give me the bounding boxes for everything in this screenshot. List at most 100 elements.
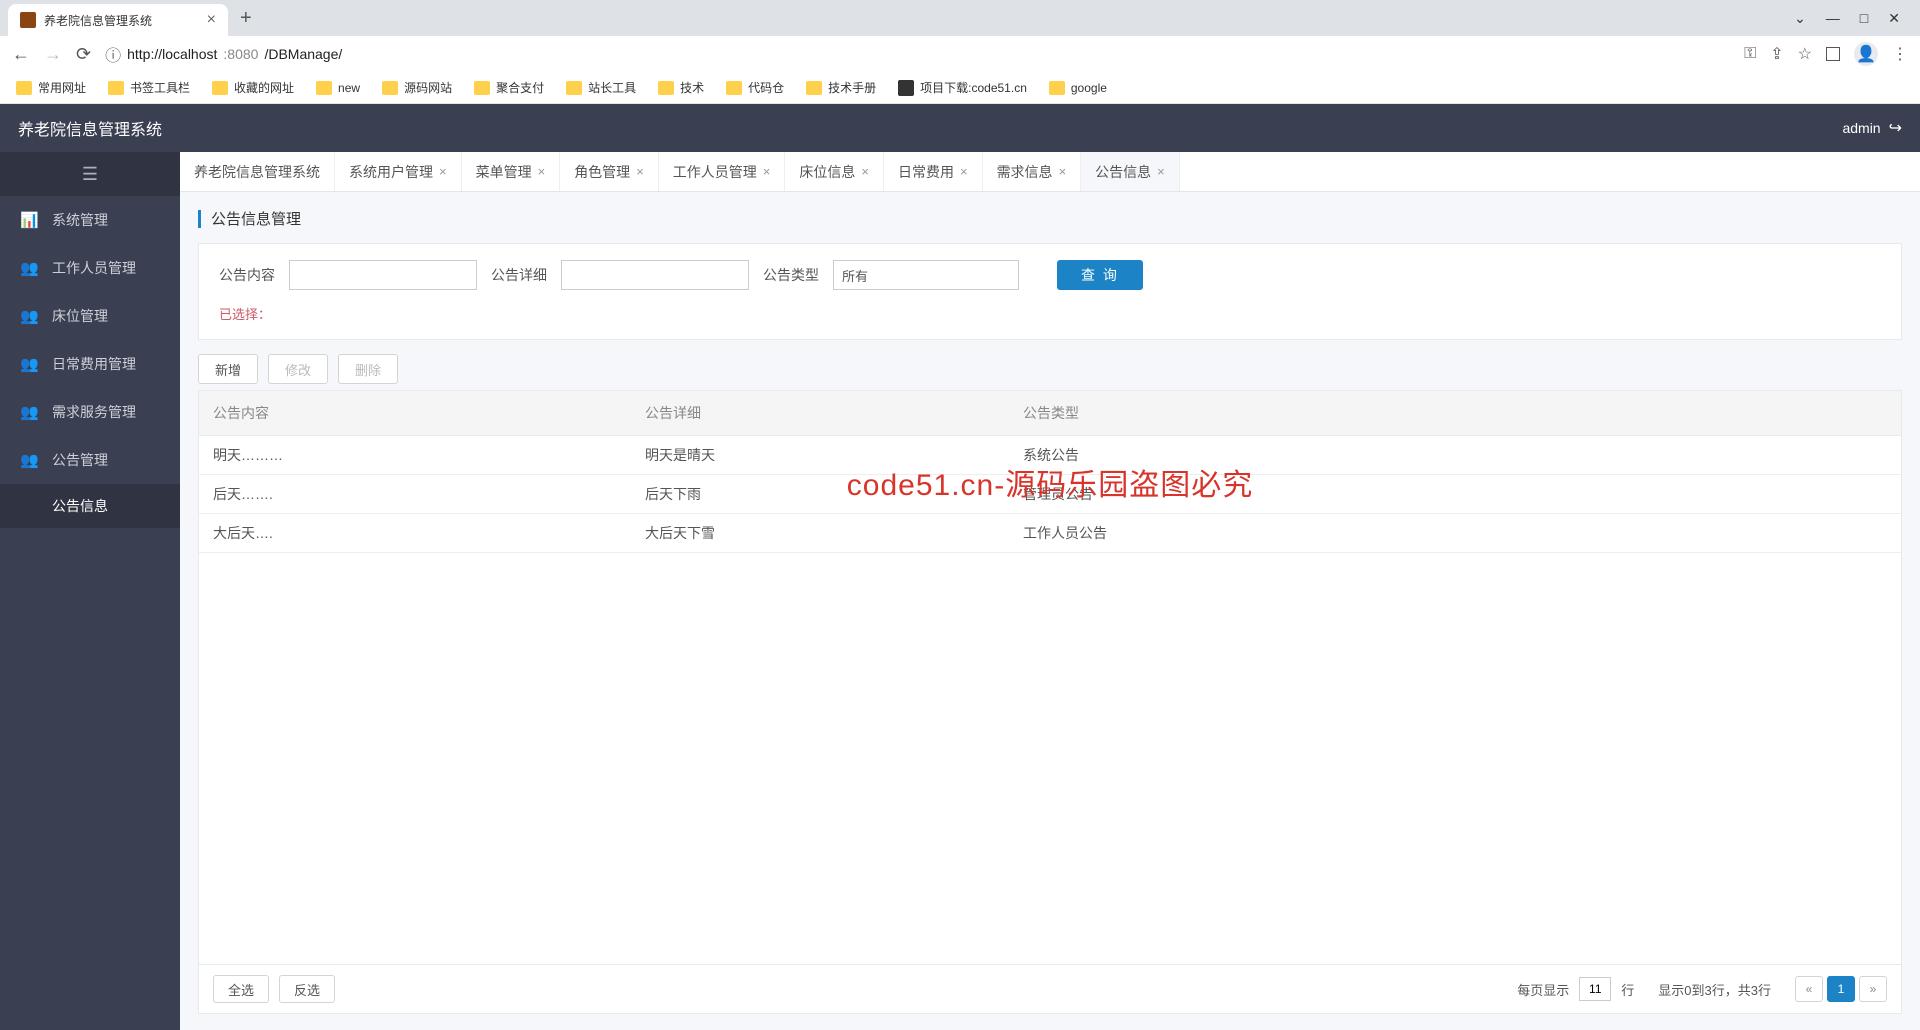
tab-close-icon[interactable]: × <box>439 164 447 179</box>
table-row[interactable]: 大后天….大后天下雪工作人员公告 <box>199 514 1901 553</box>
tab-close-icon[interactable]: × <box>207 11 216 29</box>
sidebar-item-label: 工作人员管理 <box>52 258 136 278</box>
tab-close-icon[interactable]: × <box>636 164 644 179</box>
bookmark-label: 代码仓 <box>748 79 784 96</box>
menu-icon[interactable]: ⋮ <box>1892 44 1908 64</box>
close-icon[interactable]: ✕ <box>1888 10 1900 27</box>
bookmark-item[interactable]: google <box>1049 81 1107 95</box>
sidebar-item[interactable]: 👥日常费用管理 <box>0 340 180 388</box>
reload-icon[interactable]: ⟳ <box>76 44 91 65</box>
chevron-down-icon[interactable]: ⌄ <box>1794 10 1806 27</box>
browser-tab[interactable]: 养老院信息管理系统 × <box>8 4 228 36</box>
sidebar-toggle-button[interactable]: ☰ <box>0 152 180 196</box>
bookmark-item[interactable]: 项目下载:code51.cn <box>898 79 1027 96</box>
bookmark-item[interactable]: 源码网站 <box>382 79 452 96</box>
users-icon: 👥 <box>20 307 38 325</box>
tab-close-icon[interactable]: × <box>861 164 869 179</box>
bookmark-item[interactable]: 书签工具栏 <box>108 79 190 96</box>
th-content: 公告内容 <box>199 391 631 435</box>
url-field[interactable]: ⓘ http://localhost:8080/DBManage/ <box>105 42 1730 66</box>
user-menu[interactable]: admin ↪ <box>1842 118 1902 138</box>
star-icon[interactable]: ☆ <box>1798 44 1812 64</box>
delete-button[interactable]: 删除 <box>338 354 398 384</box>
profile-icon[interactable]: 👤 <box>1854 42 1878 66</box>
bookmark-item[interactable]: 常用网址 <box>16 79 86 96</box>
key-icon[interactable]: ⚿ <box>1744 45 1756 63</box>
table-cell: 大后天下雪 <box>631 514 1009 552</box>
content-tab[interactable]: 系统用户管理× <box>335 152 462 191</box>
folder-icon <box>16 81 32 95</box>
bookmark-item[interactable]: 技术手册 <box>806 79 876 96</box>
app-body: ☰ 📊系统管理👥工作人员管理👥床位管理👥日常费用管理👥需求服务管理👥公告管理公告… <box>0 152 1920 1030</box>
sidebar-item[interactable]: 👥公告管理 <box>0 436 180 484</box>
share-icon[interactable]: ⇪ <box>1770 44 1783 64</box>
pager-page-button[interactable]: 1 <box>1827 976 1855 1002</box>
tab-label: 床位信息 <box>799 162 855 182</box>
tab-close-icon[interactable]: × <box>763 164 771 179</box>
tab-close-icon[interactable]: × <box>960 164 968 179</box>
bookmark-label: 聚合支付 <box>496 79 544 96</box>
bookmark-item[interactable]: 技术 <box>658 79 704 96</box>
table-header: 公告内容 公告详细 公告类型 <box>199 391 1901 436</box>
content-tab[interactable]: 公告信息× <box>1081 152 1180 191</box>
content-tab[interactable]: 角色管理 × <box>560 152 659 191</box>
back-icon[interactable]: ← <box>12 44 30 65</box>
url-host: http://localhost <box>127 46 217 62</box>
table-row[interactable]: 后天…….后天下雨管理员公告 <box>199 475 1901 514</box>
tab-close-icon[interactable]: × <box>538 164 546 179</box>
folder-icon <box>566 81 582 95</box>
sidebar-item[interactable]: 👥需求服务管理 <box>0 388 180 436</box>
table-row[interactable]: 明天………明天是晴天系统公告 <box>199 436 1901 475</box>
bookmark-label: google <box>1071 81 1107 95</box>
content-tab[interactable]: 床位信息 × <box>785 152 884 191</box>
app-header: 养老院信息管理系统 admin ↪ <box>0 104 1920 152</box>
bookmark-item[interactable]: 收藏的网址 <box>212 79 294 96</box>
edit-button[interactable]: 修改 <box>268 354 328 384</box>
bookmark-item[interactable]: 聚合支付 <box>474 79 544 96</box>
new-tab-button[interactable]: + <box>240 7 252 30</box>
forward-icon[interactable]: → <box>44 44 62 65</box>
maximize-icon[interactable]: □ <box>1860 10 1868 27</box>
toolbar-icons: ⚿ ⇪ ☆ 👤 ⋮ <box>1744 42 1908 66</box>
address-bar: ← → ⟳ ⓘ http://localhost:8080/DBManage/ … <box>0 36 1920 72</box>
invert-selection-button[interactable]: 反选 <box>279 975 335 1003</box>
filter-type-value: 所有 <box>842 266 868 285</box>
extensions-icon[interactable] <box>1826 47 1840 61</box>
tab-close-icon[interactable]: × <box>1059 164 1067 179</box>
filter-type-select[interactable]: 所有 <box>833 260 1019 290</box>
bookmark-label: 技术 <box>680 79 704 96</box>
filter-detail-label: 公告详细 <box>491 265 547 285</box>
selected-label: 已选择： <box>219 304 1881 323</box>
select-all-button[interactable]: 全选 <box>213 975 269 1003</box>
sidebar-subitem[interactable]: 公告信息 <box>0 484 180 528</box>
tab-close-icon[interactable]: × <box>1157 164 1165 179</box>
pager-prev-button[interactable]: « <box>1795 976 1823 1002</box>
folder-icon <box>382 81 398 95</box>
table-body: code51.cn-源码乐园盗图必究 明天………明天是晴天系统公告后天…….后天… <box>199 436 1901 553</box>
tab-label: 工作人员管理 <box>673 162 757 182</box>
content-tab[interactable]: 需求信息× <box>983 152 1082 191</box>
sidebar-item[interactable]: 📊系统管理 <box>0 196 180 244</box>
filter-content-input[interactable] <box>289 260 477 290</box>
pagination-summary: 显示0到3行，共3行 <box>1658 980 1771 999</box>
sidebar-item[interactable]: 👥床位管理 <box>0 292 180 340</box>
bookmark-label: 站长工具 <box>588 79 636 96</box>
bookmark-item[interactable]: new <box>316 81 360 95</box>
pager-next-button[interactable]: » <box>1859 976 1887 1002</box>
bookmark-item[interactable]: 站长工具 <box>566 79 636 96</box>
sidebar-item[interactable]: 👥工作人员管理 <box>0 244 180 292</box>
minimize-icon[interactable]: ― <box>1826 10 1840 27</box>
tab-label: 菜单管理 <box>476 162 532 182</box>
add-button[interactable]: 新增 <box>198 354 258 384</box>
page-size-input[interactable] <box>1579 977 1611 1001</box>
content-tab[interactable]: 菜单管理 × <box>462 152 561 191</box>
tab-label: 角色管理 <box>574 162 630 182</box>
content-tab[interactable]: 日常费用× <box>884 152 983 191</box>
query-button[interactable]: 查 询 <box>1057 260 1143 290</box>
content-tab[interactable]: 养老院信息管理系统 <box>180 152 335 191</box>
filter-detail-input[interactable] <box>561 260 749 290</box>
content-tab[interactable]: 工作人员管理 × <box>659 152 786 191</box>
sidebar-item-label: 需求服务管理 <box>52 402 136 422</box>
sidebar-item-label: 系统管理 <box>52 210 108 230</box>
bookmark-item[interactable]: 代码仓 <box>726 79 784 96</box>
